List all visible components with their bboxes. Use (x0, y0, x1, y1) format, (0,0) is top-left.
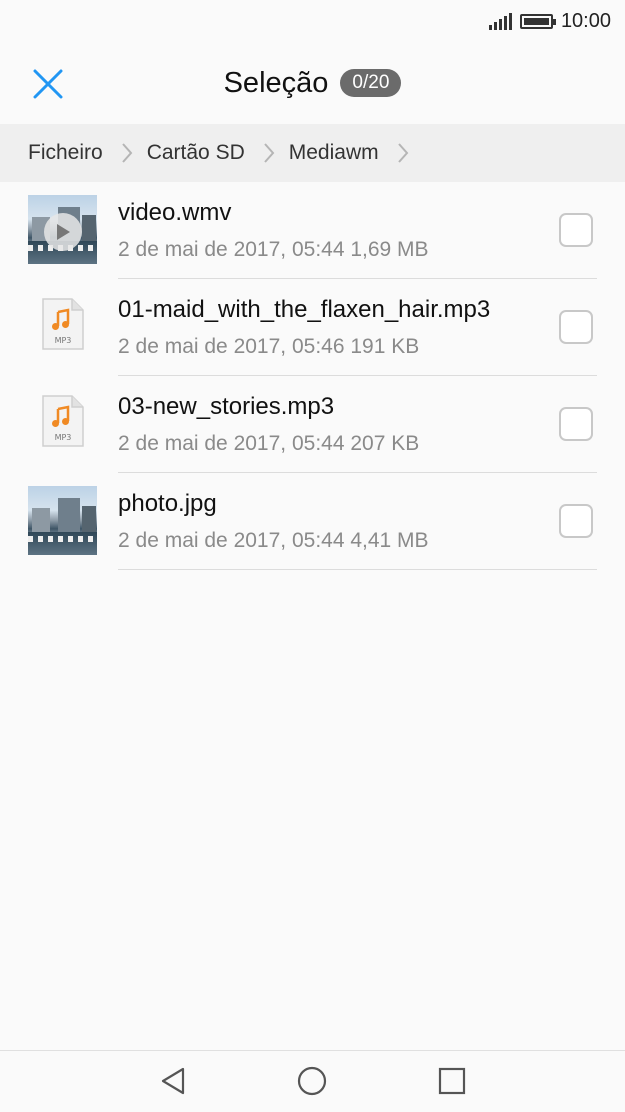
back-triangle-icon[interactable] (157, 1065, 189, 1097)
file-meta: 2 de mai de 2017, 05:44 1,69 MB (118, 238, 429, 261)
breadcrumb-item-cartao-sd[interactable]: Cartão SD (147, 141, 245, 165)
file-name: photo.jpg (118, 490, 217, 517)
list-item[interactable]: MP3 03-new_stories.mp3 2 de mai de 2017,… (0, 376, 625, 473)
list-item[interactable]: photo.jpg 2 de mai de 2017, 05:44 4,41 M… (0, 473, 625, 570)
breadcrumb-item-mediawm[interactable]: Mediawm (289, 141, 379, 165)
chevron-right-icon (263, 142, 275, 164)
file-meta: 2 de mai de 2017, 05:44 207 KB (118, 432, 420, 455)
title-group: Seleção 0/20 (0, 42, 625, 124)
chevron-right-icon (397, 142, 409, 164)
page-title: Seleção (223, 66, 329, 99)
recent-apps-square-icon[interactable] (436, 1065, 468, 1097)
status-clock: 10:00 (560, 9, 611, 32)
breadcrumb-item-ficheiro[interactable]: Ficheiro (28, 141, 103, 165)
divider (118, 569, 597, 570)
status-bar: 10:00 (0, 0, 625, 42)
select-checkbox[interactable] (559, 407, 593, 441)
photo-thumbnail (28, 486, 97, 555)
file-list: video.wmv 2 de mai de 2017, 05:44 1,69 M… (0, 182, 625, 570)
mp3-file-icon: MP3 (42, 395, 84, 447)
list-item[interactable]: video.wmv 2 de mai de 2017, 05:44 1,69 M… (0, 182, 625, 279)
file-meta: 2 de mai de 2017, 05:46 191 KB (118, 335, 420, 358)
system-nav-bar (0, 1050, 625, 1112)
select-checkbox[interactable] (559, 504, 593, 538)
select-checkbox[interactable] (559, 310, 593, 344)
signal-bars-icon (488, 12, 512, 30)
home-circle-icon[interactable] (296, 1065, 328, 1097)
selection-header: Seleção 0/20 (0, 42, 625, 124)
file-meta: 2 de mai de 2017, 05:44 4,41 MB (118, 529, 429, 552)
file-name: 01-maid_with_the_flaxen_hair.mp3 (118, 296, 491, 323)
video-thumbnail (28, 195, 97, 264)
file-name: video.wmv (118, 199, 232, 226)
selection-count-badge: 0/20 (340, 69, 402, 97)
mp3-file-icon: MP3 (42, 298, 84, 350)
play-icon (44, 213, 82, 251)
chevron-right-icon (121, 142, 133, 164)
file-name: 03-new_stories.mp3 (118, 393, 335, 420)
battery-full-icon (519, 13, 556, 29)
select-checkbox[interactable] (559, 213, 593, 247)
mp3-label: MP3 (55, 433, 72, 442)
mp3-label: MP3 (55, 336, 72, 345)
list-item[interactable]: MP3 01-maid_with_the_flaxen_hair.mp3 2 d… (0, 279, 625, 376)
breadcrumb: Ficheiro Cartão SD Mediawm (0, 124, 625, 182)
